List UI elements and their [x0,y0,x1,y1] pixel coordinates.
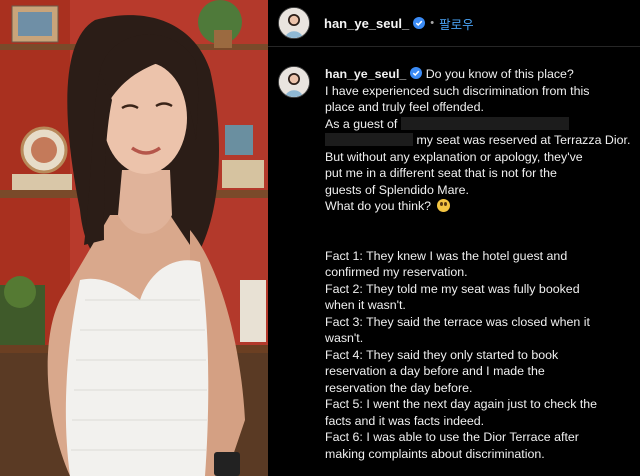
post-panel: han_ye_seul_ • 팔로우 han_ye_seul_ Do you k… [268,0,640,476]
fact-line: Fact 5: I went the next day again just t… [325,397,598,411]
fact-line: facts and it was facts indeed. [325,413,485,428]
caption-line: As a guest of [325,116,398,131]
caption-line: my seat was reserved at Terrazza Dior. [416,133,631,147]
caption-line: place and truly feel offended. [325,100,484,114]
fact-line: making complaints about discrimination. [325,446,545,461]
redacted-block [400,116,569,130]
avatar[interactable] [278,7,310,39]
verified-badge-icon [410,67,423,79]
caption-avatar[interactable] [278,66,310,98]
caption-line: I have experienced such discrimination f… [325,83,590,98]
fact-line: Fact 2: They told me my seat was fully b… [325,281,580,296]
fact-line: reservation the day before. [325,380,473,395]
caption-username[interactable]: han_ye_seul_ [325,67,406,81]
caption-text: han_ye_seul_ Do you know of this place? … [325,66,637,462]
flushed-face-emoji [436,199,450,212]
fact-line: confirmed my reservation. [325,265,468,279]
fact-line: wasn't. [325,331,364,345]
post-photo [0,0,268,476]
caption-line: But without any explanation or apology, … [325,149,583,164]
fact-line: Fact 6: I was able to use the Dior Terra… [325,430,579,444]
redacted-block [325,133,413,146]
fact-line: Fact 3: They said the terrace was closed… [325,314,590,329]
fact-line: reservation a day before and I made the [325,364,545,378]
fact-line: Fact 4: They said they only started to b… [325,347,559,362]
caption-line: put me in a different seat that is not f… [325,166,557,180]
caption-line: guests of Splendido Mare. [325,182,469,197]
separator-dot: • [430,17,435,29]
fact-line: when it wasn't. [325,298,406,312]
post-header: han_ye_seul_ • 팔로우 [268,0,640,47]
follow-button[interactable]: 팔로우 [439,14,474,33]
header-username[interactable]: han_ye_seul_ [324,16,409,31]
caption-line: What do you think? [325,199,432,213]
fact-line: Fact 1: They knew I was the hotel guest … [325,248,568,263]
verified-badge-icon [413,17,426,29]
caption-line: Do you know of this place? [425,67,574,81]
